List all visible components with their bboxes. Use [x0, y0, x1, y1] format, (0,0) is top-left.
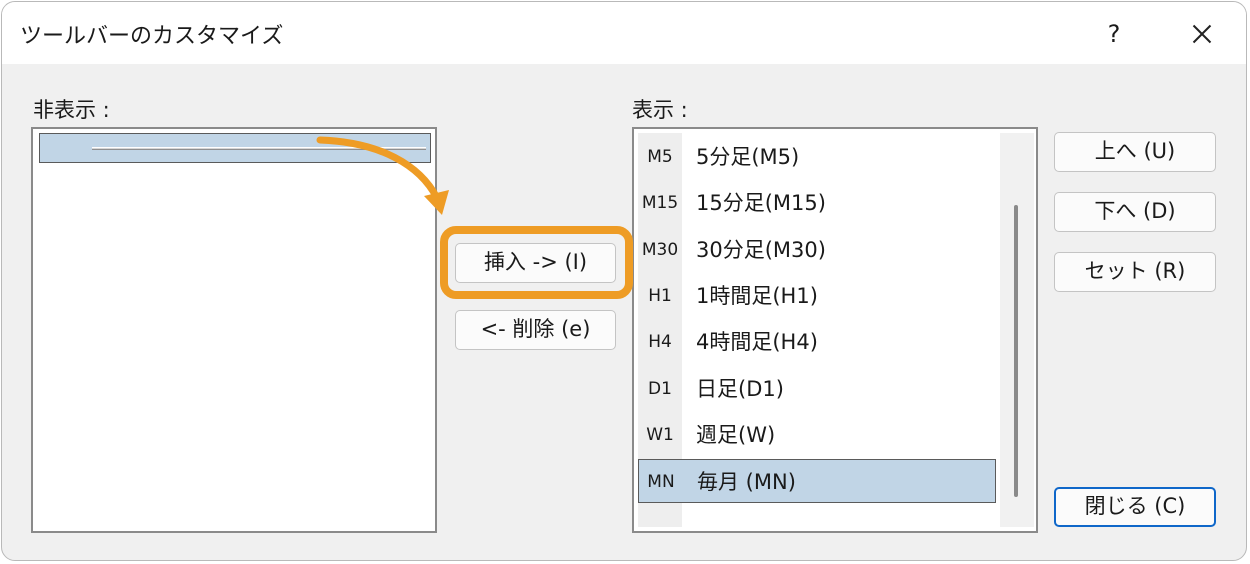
list-item[interactable]: M30 30分足(M30) — [638, 228, 996, 272]
close-dialog-button[interactable]: 閉じる (C) — [1054, 487, 1216, 527]
scrollbar-thumb[interactable] — [1014, 205, 1018, 497]
list-item-label: 5分足(M5) — [696, 145, 800, 169]
close-icon[interactable] — [1182, 14, 1222, 54]
list-item[interactable]: MN 毎月 (MN) — [638, 459, 996, 504]
list-item[interactable]: M15 15分足(M15) — [638, 181, 996, 225]
hidden-list-label: 非表示 : — [33, 98, 110, 122]
list-item[interactable]: H1 1時間足(H1) — [638, 274, 996, 318]
help-button[interactable]: ? — [1094, 14, 1134, 54]
timeframe-icon: M5 — [647, 147, 673, 167]
reset-button[interactable]: セット (R) — [1054, 252, 1216, 292]
timeframe-icon: MN — [647, 472, 675, 493]
list-item-label: 週足(W) — [696, 422, 776, 447]
timeframe-icon: W1 — [646, 424, 674, 445]
list-item[interactable]: H4 4時間足(H4) — [638, 320, 996, 364]
timeframe-icon: H1 — [648, 285, 672, 306]
dialog-title: ツールバーのカスタマイズ — [20, 24, 284, 49]
timeframe-icon: D1 — [648, 378, 672, 399]
timeframe-icon: M15 — [641, 193, 679, 214]
list-item-label: 15分足(M15) — [696, 191, 826, 216]
list-item-label: 毎月 (MN) — [697, 470, 796, 495]
list-item[interactable]: W1 週足(W) — [638, 413, 996, 457]
list-item[interactable]: D1 日足(D1) — [638, 367, 996, 411]
shown-list-label: 表示 : — [632, 98, 688, 122]
timeframe-icon: H4 — [648, 332, 672, 353]
list-item[interactable]: M5 5分足(M5) — [638, 135, 996, 179]
timeframe-icon: M30 — [641, 239, 679, 260]
move-up-button[interactable]: 上へ (U) — [1054, 132, 1216, 172]
separator-item[interactable] — [39, 133, 431, 163]
list-item-label: 1時間足(H1) — [696, 283, 818, 308]
list-item-label: 30分足(M30) — [696, 237, 826, 262]
list-item-label: 4時間足(H4) — [696, 330, 818, 355]
move-down-button[interactable]: 下へ (D) — [1054, 192, 1216, 232]
delete-button[interactable]: <- 削除 (e) — [455, 310, 616, 350]
insert-button[interactable]: 挿入 -> (I) — [455, 243, 616, 283]
separator-line — [92, 147, 426, 150]
vertical-scrollbar[interactable] — [1000, 133, 1034, 527]
list-item-label: 日足(D1) — [696, 376, 784, 401]
shown-list[interactable]: M5 5分足(M5) M15 15分足(M15) M30 30分足(M30) H1 1時間足(… — [632, 127, 1038, 533]
title-bar: ツールバーのカスタマイズ ? — [2, 2, 1246, 64]
hidden-list[interactable] — [31, 127, 437, 533]
